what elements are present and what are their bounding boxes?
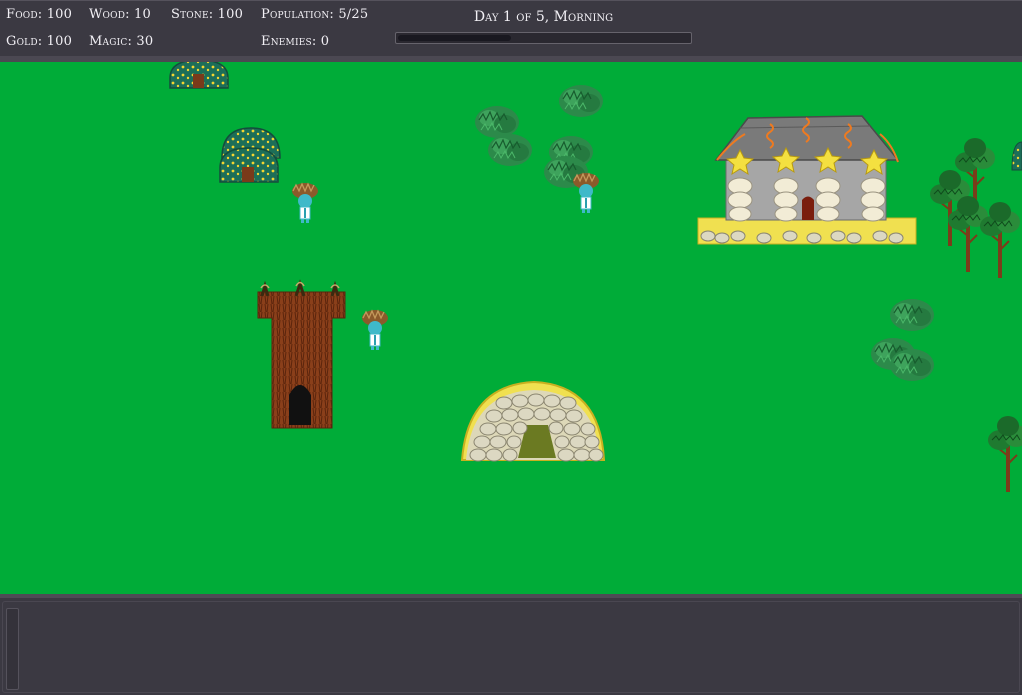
tree (947, 195, 989, 273)
villager-sprite[interactable] (291, 182, 319, 224)
star-temple[interactable] (697, 115, 917, 245)
mushroom-hut-partial[interactable] (1011, 141, 1022, 171)
population-counter: Population: 5/25 (261, 7, 369, 22)
bush (474, 105, 520, 139)
panel-scrollbar[interactable] (6, 608, 19, 690)
bush (889, 348, 935, 382)
day-label: Day 1 of 5, Morning (473, 9, 614, 25)
command-panel (0, 594, 1022, 695)
enemies-counter: Enemies: 0 (261, 34, 330, 49)
gold-counter: Gold: 100 (6, 34, 73, 49)
stone-counter: Stone: 100 (171, 7, 244, 22)
villager-sprite[interactable] (572, 172, 600, 214)
mushroom-hut[interactable] (169, 62, 229, 89)
day-progress-bar (395, 32, 692, 44)
resource-bar: Food: 100 Wood: 10 Stone: 100 Population… (0, 0, 1022, 58)
tree-tower[interactable] (257, 279, 346, 429)
game-map[interactable] (0, 62, 1022, 594)
bush (487, 133, 533, 167)
wood-counter: Wood: 10 (89, 7, 151, 22)
bush (558, 84, 604, 118)
tree (987, 415, 1022, 493)
villager-sprite[interactable] (361, 309, 389, 351)
bush (889, 298, 935, 332)
day-progress-fill (398, 35, 511, 41)
command-panel-inner (2, 601, 1020, 693)
food-counter: Food: 100 (6, 7, 73, 22)
mushroom-hut[interactable] (219, 127, 281, 183)
stone-burrow[interactable] (460, 380, 606, 462)
magic-counter: Magic: 30 (89, 34, 154, 49)
map-canvas (169, 62, 1022, 493)
